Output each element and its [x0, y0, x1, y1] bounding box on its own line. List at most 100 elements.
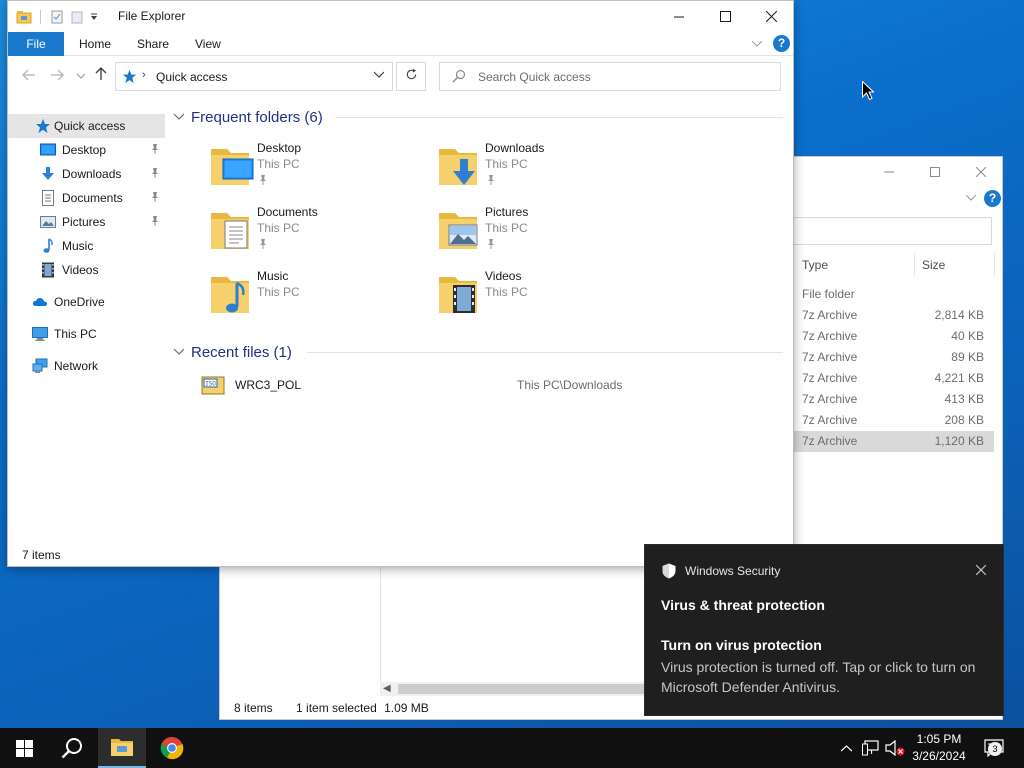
- column-header-size[interactable]: Size: [922, 258, 945, 272]
- folder-tile-pictures[interactable]: Pictures This PC: [437, 205, 657, 261]
- tab-file[interactable]: File: [8, 32, 64, 56]
- title-bar[interactable]: File Explorer: [8, 1, 793, 32]
- music-note-icon: [43, 238, 53, 253]
- window-title: File Explorer: [118, 9, 186, 23]
- horizontal-scrollbar[interactable]: ◀: [380, 682, 644, 696]
- recent-locations-button[interactable]: [71, 66, 91, 86]
- nav-item-network[interactable]: Network: [8, 354, 165, 378]
- pin-icon[interactable]: [149, 167, 161, 179]
- nav-item-music[interactable]: Music: [8, 234, 165, 258]
- tab-home[interactable]: Home: [79, 32, 111, 56]
- maximize-button[interactable]: [702, 1, 748, 32]
- pin-icon[interactable]: [485, 174, 497, 186]
- security-toast-notification[interactable]: Windows Security Virus & threat protecti…: [644, 544, 1004, 716]
- address-bar[interactable]: › Quick access: [115, 62, 393, 91]
- nav-item-documents[interactable]: Documents: [8, 186, 165, 210]
- recent-file-row[interactable]: ISO WRC3_POL This PC\Downloads: [201, 371, 761, 397]
- search-button[interactable]: [48, 728, 96, 768]
- toast-title: Virus & threat protection: [661, 597, 825, 613]
- show-hidden-icons-button[interactable]: [836, 728, 856, 768]
- nav-item-videos[interactable]: Videos: [8, 258, 165, 282]
- file-list-row[interactable]: 7z Archive 4,221 KB: [794, 368, 994, 389]
- folder-tile-music[interactable]: Music This PC: [209, 269, 429, 325]
- pin-icon[interactable]: [149, 191, 161, 203]
- folder-tile-documents[interactable]: Documents This PC: [209, 205, 429, 261]
- collapse-chevron-icon[interactable]: [173, 346, 185, 358]
- help-icon[interactable]: ?: [984, 190, 1001, 207]
- bg-close-button[interactable]: [970, 161, 992, 183]
- recent-files-header[interactable]: Recent files (1): [173, 341, 783, 363]
- breadcrumb-chevron-icon[interactable]: ›: [142, 69, 146, 81]
- search-input[interactable]: [478, 68, 768, 86]
- new-folder-icon[interactable]: [69, 9, 85, 25]
- expand-ribbon-icon[interactable]: [752, 41, 762, 47]
- collapse-chevron-icon[interactable]: [173, 111, 185, 123]
- nav-item-quick-access[interactable]: Quick access: [8, 114, 165, 138]
- tab-share[interactable]: Share: [137, 32, 169, 56]
- file-list-row[interactable]: 7z Archive 1,120 KB: [794, 431, 994, 452]
- network-tray-button[interactable]: [860, 728, 882, 768]
- pin-icon[interactable]: [149, 143, 161, 155]
- maximize-icon: [719, 11, 731, 22]
- taskbar-file-explorer[interactable]: [98, 728, 146, 768]
- pin-icon[interactable]: [485, 238, 497, 250]
- column-divider[interactable]: [994, 253, 995, 277]
- file-list-row[interactable]: 7z Archive 2,814 KB: [794, 305, 994, 326]
- nav-item-pictures[interactable]: Pictures: [8, 210, 165, 234]
- properties-icon[interactable]: [49, 9, 65, 25]
- document-icon: [42, 190, 54, 206]
- pin-icon[interactable]: [149, 215, 161, 227]
- section-title: Frequent folders (6): [191, 108, 323, 126]
- tile-name: Videos: [485, 269, 522, 283]
- system-clock[interactable]: 1:05 PM 3/26/2024: [902, 731, 976, 765]
- file-list-row[interactable]: 7z Archive 89 KB: [794, 347, 994, 368]
- frequent-folders-header[interactable]: Frequent folders (6): [173, 106, 783, 128]
- file-list-row[interactable]: File folder: [794, 284, 994, 305]
- column-divider[interactable]: [914, 253, 915, 277]
- file-list-row[interactable]: 7z Archive 40 KB: [794, 326, 994, 347]
- background-window-titlebar: [794, 157, 1004, 187]
- start-button[interactable]: [0, 728, 48, 768]
- toast-close-button[interactable]: [971, 561, 991, 581]
- chrome-icon: [160, 736, 184, 760]
- nav-item-downloads[interactable]: Downloads: [8, 162, 165, 186]
- taskbar-chrome[interactable]: [148, 728, 196, 768]
- scroll-left-icon[interactable]: ◀: [383, 682, 391, 696]
- tab-view[interactable]: View: [195, 32, 221, 56]
- explorer-app-icon[interactable]: [16, 9, 32, 25]
- nav-item-onedrive[interactable]: OneDrive: [8, 290, 165, 314]
- file-list-row[interactable]: 7z Archive 413 KB: [794, 389, 994, 410]
- music-folder-icon: [211, 277, 249, 313]
- file-list-row[interactable]: 7z Archive 208 KB: [794, 410, 994, 431]
- star-icon: [36, 119, 50, 133]
- help-icon[interactable]: ?: [773, 35, 790, 52]
- file-explorer-window[interactable]: File Explorer File Home Share View ? › Q…: [7, 0, 794, 567]
- chevron-down-icon[interactable]: [966, 195, 976, 201]
- download-arrow-icon: [42, 167, 54, 180]
- pin-icon[interactable]: [257, 238, 269, 250]
- folder-tile-desktop[interactable]: Desktop This PC: [209, 141, 429, 197]
- tile-location: This PC: [257, 285, 300, 299]
- bg-maximize-button[interactable]: [924, 161, 946, 183]
- nav-item-desktop[interactable]: Desktop: [8, 138, 165, 162]
- scrollbar-thumb[interactable]: [398, 684, 644, 694]
- folder-tile-videos[interactable]: Videos This PC: [437, 269, 657, 325]
- search-box[interactable]: [439, 62, 781, 91]
- back-button[interactable]: [19, 66, 39, 86]
- minimize-button[interactable]: [656, 1, 702, 32]
- pin-icon[interactable]: [257, 174, 269, 186]
- close-button[interactable]: [748, 1, 794, 32]
- address-dropdown-icon[interactable]: [374, 71, 384, 79]
- breadcrumb-location[interactable]: Quick access: [156, 70, 227, 84]
- bg-minimize-button[interactable]: [878, 161, 900, 183]
- background-window-search[interactable]: [794, 217, 992, 245]
- column-header-type[interactable]: Type: [802, 258, 828, 272]
- nav-item-this-pc[interactable]: This PC: [8, 322, 165, 346]
- folder-tile-downloads[interactable]: Downloads This PC: [437, 141, 657, 197]
- network-wired-icon: [862, 740, 879, 756]
- refresh-button[interactable]: [396, 62, 426, 91]
- customize-toolbar-icon[interactable]: [89, 12, 99, 22]
- forward-button[interactable]: [47, 66, 67, 86]
- up-button[interactable]: [91, 66, 111, 86]
- status-bar-item-count: 7 items: [22, 548, 61, 562]
